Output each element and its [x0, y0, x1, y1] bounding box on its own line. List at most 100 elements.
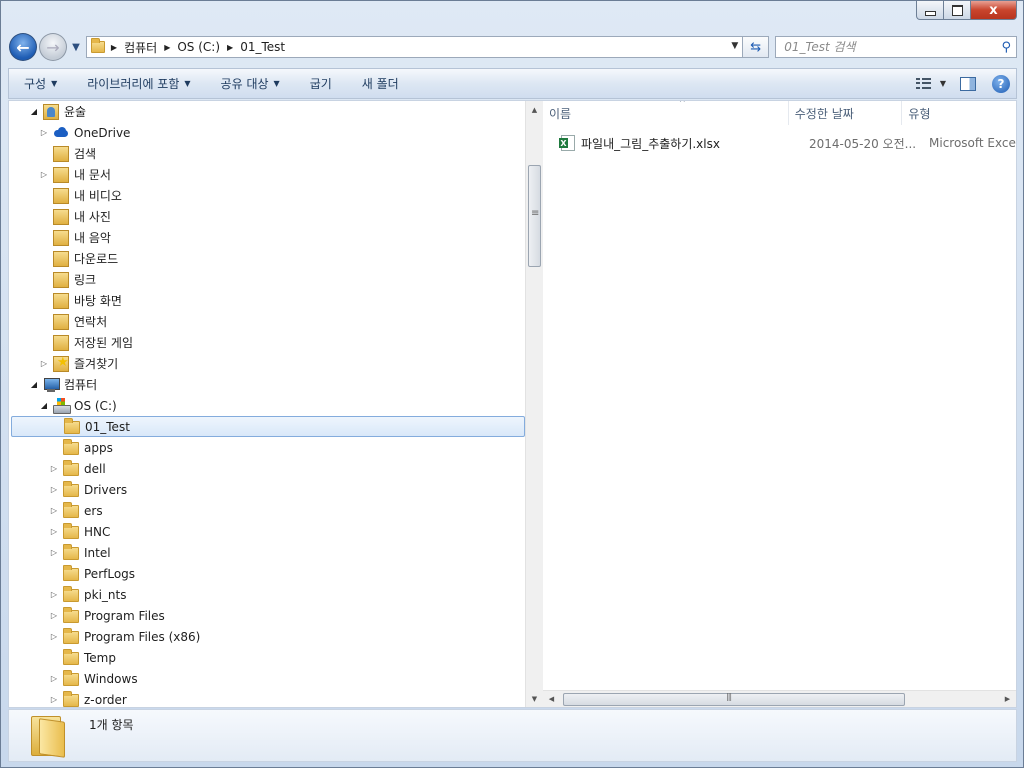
organize-menu[interactable]: 구성 ▼	[9, 69, 72, 98]
new-folder-button[interactable]: 새 폴더	[347, 69, 414, 98]
tree-item[interactable]: ◢ 윤술	[9, 101, 86, 122]
expand-arrow-icon[interactable]: ▷	[49, 506, 59, 515]
tree-item-label: 다운로드	[74, 252, 119, 266]
breadcrumb-drive[interactable]: OS (C:)	[177, 40, 220, 54]
user-icon	[43, 103, 59, 120]
tree-item[interactable]: 내 비디오	[9, 185, 122, 206]
close-button[interactable]: x	[971, 1, 1017, 20]
horizontal-scrollbar-thumb[interactable]	[563, 692, 905, 706]
tree-item[interactable]: ▷ dell	[9, 458, 106, 479]
share-with-menu[interactable]: 공유 대상 ▼	[206, 69, 295, 98]
tree-item[interactable]: 저장된 게임	[9, 332, 133, 353]
expand-arrow-icon[interactable]: ▷	[49, 611, 59, 620]
help-icon[interactable]: ?	[992, 74, 1010, 93]
forward-button[interactable]: →	[38, 33, 67, 61]
tree-item[interactable]: 내 음악	[9, 227, 111, 248]
tree-item[interactable]: ▷ 내 문서	[9, 164, 111, 185]
view-options-dropdown-icon[interactable]: ▼	[940, 79, 946, 88]
tree-item[interactable]: apps	[9, 437, 113, 458]
scroll-up-arrow-icon[interactable]: ▲	[526, 101, 543, 118]
tree-item[interactable]: ▷ pki_nts	[9, 584, 126, 605]
navigation-pane[interactable]: ◢ 윤술 ▷ OneDrive 검색 ▷ 내 문서 내 비디오 내 사진 내 음악다운로드링크바탕…	[9, 101, 525, 707]
details-pane: 1개 항목	[8, 709, 1017, 762]
lib-icon	[53, 250, 69, 267]
scroll-left-arrow-icon[interactable]: ◀	[543, 691, 560, 707]
tree-item[interactable]: 01_Test	[11, 416, 525, 437]
file-list-horizontal-scrollbar[interactable]: ◀ ▶	[543, 690, 1016, 707]
tree-item[interactable]: 내 사진	[9, 206, 111, 227]
tree-item[interactable]: ◢ OS (C:)	[9, 395, 117, 416]
breadcrumb-computer[interactable]: 컴퓨터	[124, 39, 157, 56]
change-view-icon[interactable]	[915, 77, 932, 90]
navigation-pane-scrollbar[interactable]: ▲ ▼	[525, 101, 543, 707]
collapse-arrow-icon[interactable]: ◢	[29, 107, 39, 116]
expand-arrow-icon[interactable]: ▷	[39, 170, 49, 179]
preview-pane-icon[interactable]	[960, 76, 976, 91]
breadcrumb-chevron-icon[interactable]: ▶	[227, 43, 233, 52]
breadcrumb-chevron-icon[interactable]: ▶	[164, 43, 170, 52]
file-row[interactable]: 파일내_그림_추출하기.xlsx 2014-05-20 오전... Micros…	[543, 133, 1016, 153]
tree-item[interactable]: 검색	[9, 143, 96, 164]
lib-icon	[53, 229, 69, 246]
expand-arrow-icon[interactable]: ▷	[49, 674, 59, 683]
expand-arrow-icon[interactable]: ▷	[49, 485, 59, 494]
breadcrumb-folder[interactable]: 01_Test	[240, 40, 285, 54]
minimize-button[interactable]	[916, 1, 944, 20]
scroll-down-arrow-icon[interactable]: ▼	[526, 690, 543, 707]
refresh-button[interactable]: ⇆	[743, 36, 770, 58]
burn-button[interactable]: 굽기	[295, 69, 347, 98]
expand-arrow-icon[interactable]: ▷	[49, 548, 59, 557]
tree-item-label: 윤술	[64, 105, 87, 119]
tree-item[interactable]: ▷ OneDrive	[9, 122, 131, 143]
tree-item[interactable]: 바탕 화면	[9, 290, 122, 311]
expand-arrow-icon[interactable]: ▷	[49, 695, 59, 704]
expand-arrow-icon[interactable]: ▷	[49, 590, 59, 599]
search-input[interactable]	[784, 40, 985, 54]
tree-item[interactable]: ▷ Drivers	[9, 479, 127, 500]
include-in-library-menu[interactable]: 라이브러리에 포함 ▼	[72, 69, 205, 98]
tree-item[interactable]: ▷ Windows	[9, 668, 138, 689]
expand-arrow-icon[interactable]: ▷	[39, 128, 49, 137]
expand-arrow-icon[interactable]: ▷	[49, 527, 59, 536]
tree-item[interactable]: ▷ z-order	[9, 689, 127, 707]
maximize-button[interactable]	[944, 1, 971, 20]
file-list-pane[interactable]: ^ 이름 수정한 날짜 유형 파일내_그림_추출하기.xlsx 2014-05-2…	[543, 101, 1016, 707]
tree-item[interactable]: ▷ HNC	[9, 521, 110, 542]
tree-item[interactable]: 연락처	[9, 311, 107, 332]
tree-item[interactable]: ▷ 즐겨찾기	[9, 353, 118, 374]
tree-item[interactable]: PerfLogs	[9, 563, 135, 584]
expand-arrow-icon[interactable]: ▷	[39, 359, 49, 368]
file-name-cell[interactable]: 파일내_그림_추출하기.xlsx	[543, 135, 803, 152]
tree-item-label: 링크	[74, 273, 97, 287]
dropdown-arrow-icon: ▼	[184, 79, 191, 88]
dropdown-arrow-icon: ▼	[51, 79, 58, 88]
expand-arrow-icon[interactable]: ▷	[49, 464, 59, 473]
address-history-dropdown-icon[interactable]: ▼	[731, 41, 738, 51]
tree-item[interactable]: ▷ Intel	[9, 542, 111, 563]
tree-item[interactable]: Temp	[9, 647, 116, 668]
collapse-arrow-icon[interactable]: ◢	[29, 380, 39, 389]
breadcrumb-chevron-icon[interactable]: ▶	[111, 43, 117, 52]
tree-item[interactable]: ◢ 컴퓨터	[9, 374, 97, 395]
column-header-name[interactable]: ^ 이름	[543, 101, 789, 125]
tree-item[interactable]: 다운로드	[9, 248, 118, 269]
search-icon[interactable]: ⚲	[1001, 40, 1011, 55]
expand-arrow-icon[interactable]: ▷	[49, 632, 59, 641]
tree-item[interactable]: 링크	[9, 269, 96, 290]
recent-pages-dropdown-icon[interactable]: ▼	[69, 42, 83, 53]
scroll-right-arrow-icon[interactable]: ▶	[999, 691, 1016, 707]
column-header-type[interactable]: 유형	[902, 101, 1016, 125]
tree-item[interactable]: ▷ Program Files (x86)	[9, 626, 200, 647]
tree-item-label: 즐겨찾기	[74, 357, 119, 371]
tree-item[interactable]: ▷ Program Files	[9, 605, 165, 626]
collapse-arrow-icon[interactable]: ◢	[39, 401, 49, 410]
pc-icon	[43, 377, 60, 393]
close-icon: x	[989, 2, 998, 18]
address-bar[interactable]: ▶ 컴퓨터 ▶ OS (C:) ▶ 01_Test ▼	[85, 36, 744, 58]
column-header-date-modified[interactable]: 수정한 날짜	[789, 101, 903, 125]
back-button[interactable]: ←	[9, 33, 37, 61]
search-box[interactable]: ⚲	[775, 36, 1017, 58]
scrollbar-thumb[interactable]	[528, 165, 541, 267]
tree-item-label: PerfLogs	[84, 566, 136, 581]
tree-item[interactable]: ▷ ers	[9, 500, 103, 521]
